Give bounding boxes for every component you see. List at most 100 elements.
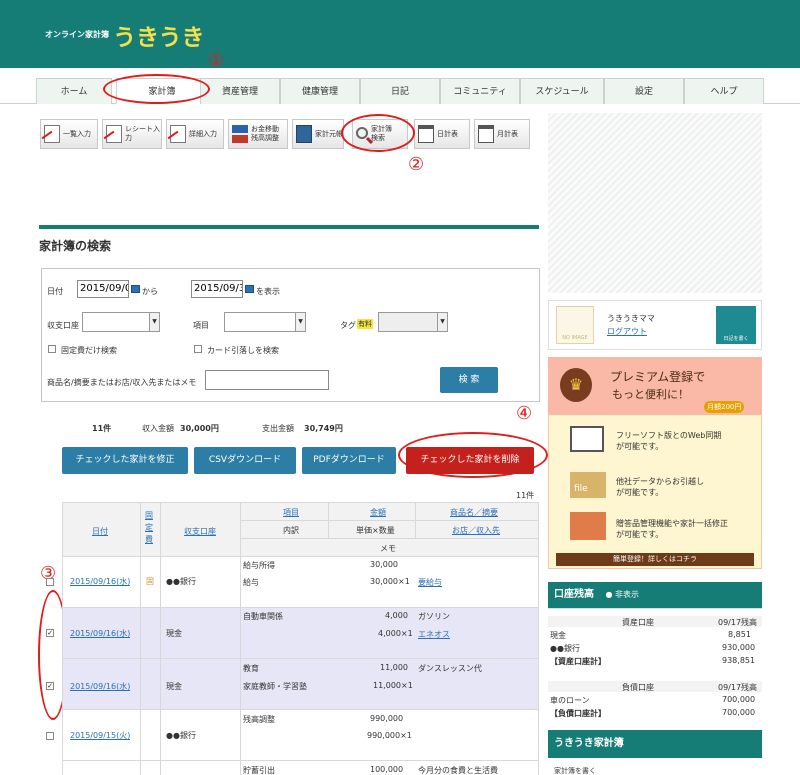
row-item: 給与所得 — [243, 561, 275, 570]
item-select[interactable]: ▼ — [224, 312, 306, 332]
calculator-icon — [570, 512, 606, 540]
tab-assets[interactable]: 資産管理 — [200, 78, 280, 104]
detail-header: 内訳 — [283, 526, 299, 535]
sidebar-ad-space — [548, 113, 762, 293]
row-date-link[interactable]: 2015/09/16(水) — [70, 628, 130, 639]
promo-register-link[interactable]: 簡単登録！詳しくはコチラ — [556, 553, 754, 566]
table-border — [240, 520, 538, 521]
toolbar-bulk-entry-button[interactable]: 一覧入力 — [40, 119, 98, 149]
delete-checked-button[interactable]: チェックした家計を削除 — [406, 447, 534, 474]
csv-download-button[interactable]: CSVダウンロード — [194, 447, 296, 474]
balance-title-bar: 口座残高 ● 非表示 — [548, 582, 762, 608]
hide-balance-toggle[interactable]: ● 非表示 — [605, 590, 639, 599]
toolbar-label: 日計表 — [437, 129, 458, 138]
search-button[interactable]: 検 索 — [440, 367, 498, 393]
crown-icon: ♛ — [560, 368, 592, 402]
table-row-selected — [62, 608, 538, 658]
logo[interactable]: うきうき — [113, 18, 205, 52]
sort-fixed-link[interactable]: 固定費 — [145, 510, 155, 546]
sort-account-link[interactable]: 収支口座 — [184, 526, 216, 537]
card-only-checkbox[interactable] — [194, 345, 202, 353]
promo-item-sync: フリーソフト版とのWeb同期 が可能です。 — [616, 431, 722, 451]
result-count: 11件 — [92, 424, 112, 433]
toolbar-monthly-button[interactable]: 月計表 — [474, 119, 530, 149]
sort-product-link[interactable]: 商品名／摘要 — [450, 507, 498, 518]
liab-date: 09/17残高 — [718, 683, 758, 692]
promo-title-2: もっと便利に！ — [612, 388, 689, 401]
user-name: うきうきママ — [607, 314, 655, 323]
row-date-link[interactable]: 2015/09/16(水) — [70, 681, 130, 692]
sort-amount-link[interactable]: 金額 — [370, 507, 386, 518]
fixed-only-checkbox[interactable] — [48, 345, 56, 353]
sort-date-link[interactable]: 日付 — [92, 526, 108, 537]
logout-link[interactable]: ログアウト — [607, 326, 647, 337]
toolbar-daily-button[interactable]: 日計表 — [414, 119, 470, 149]
tab-home[interactable]: ホーム — [36, 78, 112, 104]
sort-shop-link[interactable]: お店／収入先 — [452, 525, 500, 536]
toolbar-transfer-button[interactable]: お金移動 残高調整 — [228, 119, 288, 149]
row-date-link[interactable]: 2015/09/16(水) — [70, 576, 130, 587]
edit-checked-button[interactable]: チェックした家計を修正 — [62, 447, 188, 474]
keyword-input[interactable] — [205, 370, 329, 390]
toolbar-receipt-entry-button[interactable]: レシート入力 — [102, 119, 162, 149]
table-border — [62, 556, 538, 557]
balance-title: 口座残高 — [554, 589, 594, 600]
account-select[interactable]: ▼ — [82, 312, 160, 332]
date-to-input[interactable]: 2015/09/30 — [191, 280, 243, 298]
row-product: ガソリン — [418, 612, 450, 621]
page-title: 家計簿の検索 — [39, 239, 112, 253]
table-border — [62, 502, 538, 503]
calendar-icon[interactable] — [131, 285, 140, 293]
row-item: 残高調整 — [243, 715, 275, 724]
table-count: 11件 — [516, 491, 535, 500]
tab-settings[interactable]: 設定 — [604, 78, 684, 104]
row-date-link[interactable]: 2015/09/15(火) — [70, 730, 130, 741]
expense-label: 支出金額 — [262, 424, 294, 433]
row-amount: 4,000 — [385, 611, 408, 620]
asset-value: 930,000 — [722, 643, 756, 652]
ledger-book-icon — [296, 125, 312, 143]
row-checkbox[interactable] — [46, 578, 54, 586]
income-amount: 30,000円 — [180, 424, 219, 433]
row-amount: 11,000 — [380, 663, 408, 672]
annotation-2: ② — [408, 154, 425, 175]
toolbar-detail-entry-button[interactable]: 詳細入力 — [166, 119, 224, 149]
pdf-download-button[interactable]: PDFダウンロード — [302, 447, 396, 474]
toolbar-ledger-button[interactable]: 家計元帳 — [292, 119, 344, 149]
fixed-only-label: 固定費だけ検索 — [61, 346, 117, 355]
write-diary-button[interactable]: 日記を書く — [716, 306, 756, 344]
row-shop-link[interactable]: 要給与 — [418, 577, 442, 588]
asset-header: 資産口座 — [622, 618, 654, 627]
account-label: 収支口座 — [47, 321, 79, 330]
asset-name: 現金 — [550, 631, 566, 640]
tab-schedule[interactable]: スケジュール — [520, 78, 604, 104]
calendar-icon[interactable] — [245, 285, 254, 293]
toolbar-label: 家計元帳 — [315, 129, 343, 138]
row-checkbox[interactable] — [46, 732, 54, 740]
row-account: 現金 — [166, 682, 182, 691]
transfer-arrows-icon — [232, 125, 248, 143]
row-account: 現金 — [166, 629, 182, 638]
row-product: 今月分の食費と生活費 — [418, 766, 498, 775]
row-item: 給与 — [243, 578, 259, 587]
row-checkbox[interactable]: ✓ — [46, 682, 54, 690]
table-border — [538, 502, 539, 775]
row-amount: 30,000 — [370, 560, 398, 569]
tab-help[interactable]: ヘルプ — [684, 78, 764, 104]
row-amount: 990,000×1 — [367, 731, 412, 740]
liab-value: 700,000 — [722, 695, 756, 704]
tab-health[interactable]: 健康管理 — [280, 78, 360, 104]
tab-community[interactable]: コミュニティ — [440, 78, 520, 104]
toolbar-label: レシート入力 — [125, 125, 160, 142]
date-from-input[interactable]: 2015/09/01 — [77, 280, 129, 298]
row-checkbox[interactable]: ✓ — [46, 629, 54, 637]
tag-select[interactable]: ▼ — [378, 312, 448, 332]
logo-subtitle: オンライン家計簿 — [45, 30, 109, 39]
tab-diary[interactable]: 日記 — [360, 78, 440, 104]
row-item: 自動車関係 — [243, 612, 283, 621]
table-border — [240, 538, 538, 539]
sort-item-link[interactable]: 項目 — [283, 507, 299, 518]
row-shop-link[interactable]: エネオス — [418, 629, 450, 640]
kakeibo-box-item[interactable]: 家計簿を書く — [554, 766, 596, 775]
row-product: ダンスレッスン代 — [418, 664, 482, 673]
